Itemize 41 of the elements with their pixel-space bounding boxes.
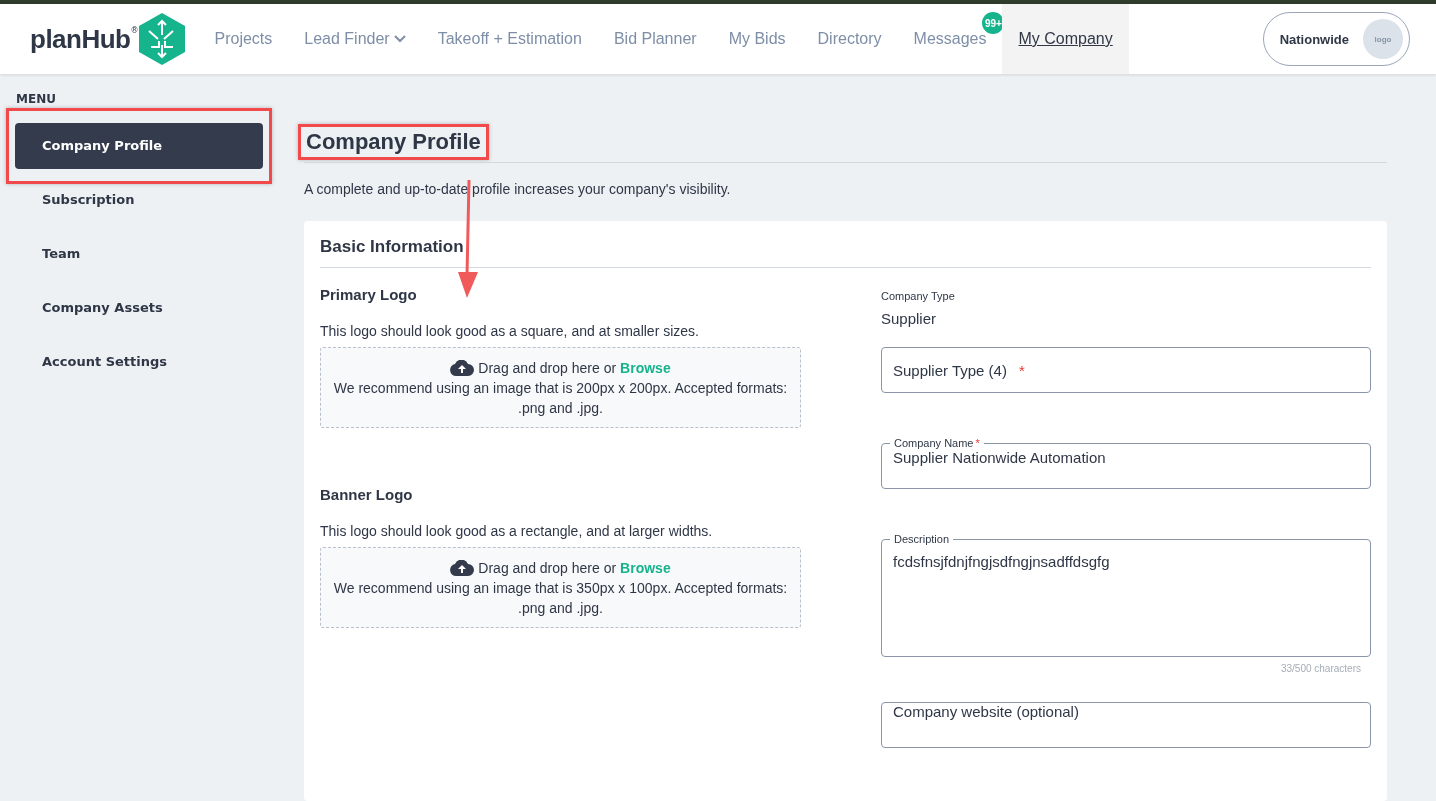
upload-title: Primary Logo [320, 286, 418, 303]
drop-zone[interactable]: Drag and drop here or Browse We recommend using an image that is 350px x 100px. Accepted formats: .png and .jpg. [320, 547, 801, 628]
field-label: Description [893, 533, 951, 545]
field-value[interactable]: Supplier Nationwide Automation [882, 449, 1370, 466]
character-counter: 33/500 characters [1279, 663, 1361, 674]
sidebar-item[interactable]: Team [15, 231, 263, 277]
brand-name: planHub [30, 23, 131, 55]
cube-logo-icon [138, 13, 185, 65]
section-title: Basic Information [320, 237, 465, 257]
upload-title: Banner Logo [320, 486, 414, 503]
field-label: Company Type [881, 290, 956, 302]
notification-badge: 99+ [982, 12, 1005, 34]
field-value: Supplier [881, 310, 938, 327]
avatar-placeholder: logo [1363, 19, 1403, 59]
registered-mark: ® [130, 26, 139, 35]
account-button[interactable]: Nationwide logo [1262, 12, 1410, 66]
field-value[interactable]: fcdsfnsjfdnjfngjsdfngjnsadffdsgfg [882, 545, 1370, 595]
sidebar-item[interactable]: Subscription [15, 177, 263, 223]
upload-hint: We recommend using an image that is 350px x 100px. Accepted formats: .png and .jpg. [332, 578, 789, 618]
input-field[interactable]: Company Name * Supplier Nationwide Automation [881, 437, 1371, 489]
upload-hint: We recommend using an image that is 200px x 200px. Accepted formats: .png and .jpg. [332, 378, 789, 418]
sidebar-item[interactable]: Company Assets [15, 285, 263, 331]
upload-description: This logo should look good as a rectangle, and at larger widths. [320, 523, 714, 539]
upload-description: This logo should look good as a square, and at smaller sizes. [320, 323, 700, 339]
text-area[interactable]: Description fcdsfnsjfdnjfngjsdfngjnsadffdsgfg [881, 533, 1371, 657]
select-field[interactable]: Supplier Type (4) * [881, 347, 1371, 393]
drop-zone[interactable]: Drag and drop here or Browse We recommend using an image that is 200px x 200px. Accepted formats: .png and .jpg. [320, 347, 801, 428]
sidebar-item[interactable]: Company Profile [15, 123, 263, 169]
drop-text: Drag and drop here or [478, 558, 617, 578]
input-field[interactable]: Company website (optional) [881, 702, 1371, 748]
drop-text: Drag and drop here or [478, 358, 617, 378]
cloud-upload-icon [450, 559, 475, 576]
field-label: Company Name * [893, 437, 981, 449]
page-subtitle: A complete and up-to-date profile increases your company's visibility. [304, 181, 731, 197]
required-mark: * [1018, 361, 1025, 379]
sidebar-item[interactable]: Account Settings [15, 339, 263, 385]
page-title: Company Profile [306, 129, 481, 155]
nav-link[interactable]: My Company [1002, 4, 1129, 74]
menu-heading: MENU [16, 92, 57, 106]
cloud-upload-icon [450, 359, 475, 376]
field-value[interactable]: Company website (optional) [882, 703, 1370, 720]
